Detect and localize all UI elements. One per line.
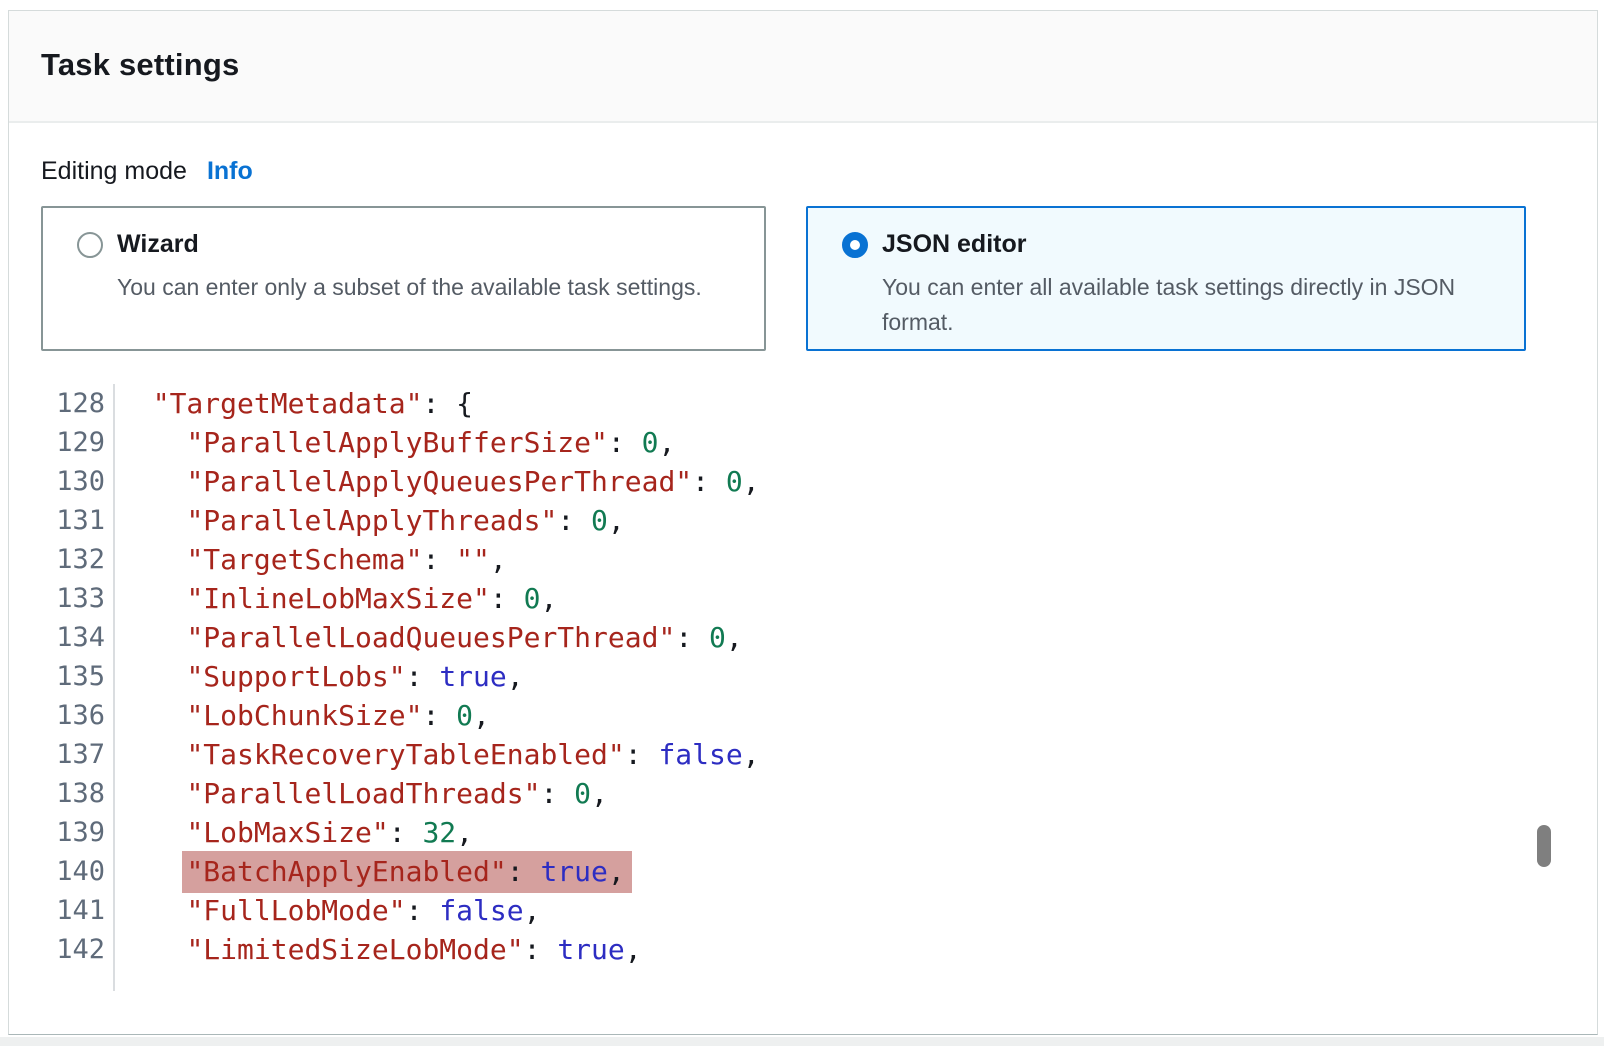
code-text[interactable]: "SupportLobs": true, xyxy=(115,657,524,696)
tile-wizard-label: Wizard xyxy=(117,230,199,259)
line-number: 138 xyxy=(9,774,115,813)
code-line[interactable]: 140 "BatchApplyEnabled": true, xyxy=(9,852,760,891)
line-number: 141 xyxy=(9,891,115,930)
highlighted-code: "BatchApplyEnabled": true, xyxy=(182,851,631,893)
code-text[interactable]: "TargetSchema": "", xyxy=(115,540,507,579)
panel-header: Task settings xyxy=(9,11,1597,123)
tile-wizard-description: You can enter only a subset of the avail… xyxy=(117,270,747,305)
code-text[interactable]: "ParallelLoadThreads": 0, xyxy=(115,774,608,813)
editing-mode-tiles: Wizard You can enter only a subset of th… xyxy=(41,206,1526,351)
radio-wizard[interactable] xyxy=(77,232,103,258)
code-line[interactable]: 137 "TaskRecoveryTableEnabled": false, xyxy=(9,735,760,774)
line-number: 137 xyxy=(9,735,115,774)
line-number: 142 xyxy=(9,930,115,969)
code-text[interactable]: "BatchApplyEnabled": true, xyxy=(115,852,632,891)
line-number: 129 xyxy=(9,423,115,462)
json-code-editor[interactable]: 128 "TargetMetadata": {129 "ParallelAppl… xyxy=(9,384,760,991)
code-line[interactable]: 138 "ParallelLoadThreads": 0, xyxy=(9,774,760,813)
line-number: 136 xyxy=(9,696,115,735)
line-number-gutter xyxy=(9,969,115,991)
code-line[interactable]: 128 "TargetMetadata": { xyxy=(9,384,760,423)
editing-mode-label: Editing mode xyxy=(41,157,187,186)
tile-wizard[interactable]: Wizard You can enter only a subset of th… xyxy=(41,206,766,351)
code-text[interactable]: "ParallelApplyQueuesPerThread": 0, xyxy=(115,462,760,501)
code-line[interactable]: 132 "TargetSchema": "", xyxy=(9,540,760,579)
page-background-strip xyxy=(0,1037,1604,1046)
code-text[interactable]: "ParallelApplyBufferSize": 0, xyxy=(115,423,675,462)
code-text[interactable]: "LobMaxSize": 32, xyxy=(115,813,473,852)
code-line[interactable]: 131 "ParallelApplyThreads": 0, xyxy=(9,501,760,540)
editing-mode-row: Editing mode Info xyxy=(41,157,253,186)
line-number: 134 xyxy=(9,618,115,657)
gutter-stub xyxy=(9,969,760,991)
radio-json-editor[interactable] xyxy=(842,232,868,258)
code-text[interactable]: "InlineLobMaxSize": 0, xyxy=(115,579,557,618)
info-link[interactable]: Info xyxy=(207,157,253,186)
tile-json-editor-description: You can enter all available task setting… xyxy=(882,270,1500,340)
task-settings-panel: Task settings Editing mode Info Wizard Y… xyxy=(8,10,1598,1035)
code-text[interactable]: "LimitedSizeLobMode": true, xyxy=(115,930,642,969)
code-line[interactable]: 135 "SupportLobs": true, xyxy=(9,657,760,696)
line-number: 133 xyxy=(9,579,115,618)
code-line[interactable]: 133 "InlineLobMaxSize": 0, xyxy=(9,579,760,618)
code-line[interactable]: 134 "ParallelLoadQueuesPerThread": 0, xyxy=(9,618,760,657)
code-line[interactable]: 142 "LimitedSizeLobMode": true, xyxy=(9,930,760,969)
code-text[interactable]: "TaskRecoveryTableEnabled": false, xyxy=(115,735,760,774)
tile-json-editor[interactable]: JSON editor You can enter all available … xyxy=(806,206,1526,351)
scrollbar-thumb[interactable] xyxy=(1537,825,1551,867)
line-number: 140 xyxy=(9,852,115,891)
line-number: 132 xyxy=(9,540,115,579)
line-number: 131 xyxy=(9,501,115,540)
line-number: 135 xyxy=(9,657,115,696)
code-text[interactable]: "LobChunkSize": 0, xyxy=(115,696,490,735)
code-line[interactable]: 139 "LobMaxSize": 32, xyxy=(9,813,760,852)
code-line[interactable]: 136 "LobChunkSize": 0, xyxy=(9,696,760,735)
line-number: 128 xyxy=(9,384,115,423)
line-number: 139 xyxy=(9,813,115,852)
code-text[interactable]: "ParallelLoadQueuesPerThread": 0, xyxy=(115,618,743,657)
code-text[interactable]: "TargetMetadata": { xyxy=(115,384,473,423)
code-line[interactable]: 129 "ParallelApplyBufferSize": 0, xyxy=(9,423,760,462)
code-text[interactable]: "FullLobMode": false, xyxy=(115,891,540,930)
code-text[interactable]: "ParallelApplyThreads": 0, xyxy=(115,501,625,540)
line-number: 130 xyxy=(9,462,115,501)
code-line[interactable]: 130 "ParallelApplyQueuesPerThread": 0, xyxy=(9,462,760,501)
page-title: Task settings xyxy=(41,47,239,83)
tile-json-editor-label: JSON editor xyxy=(882,230,1026,259)
code-line[interactable]: 141 "FullLobMode": false, xyxy=(9,891,760,930)
